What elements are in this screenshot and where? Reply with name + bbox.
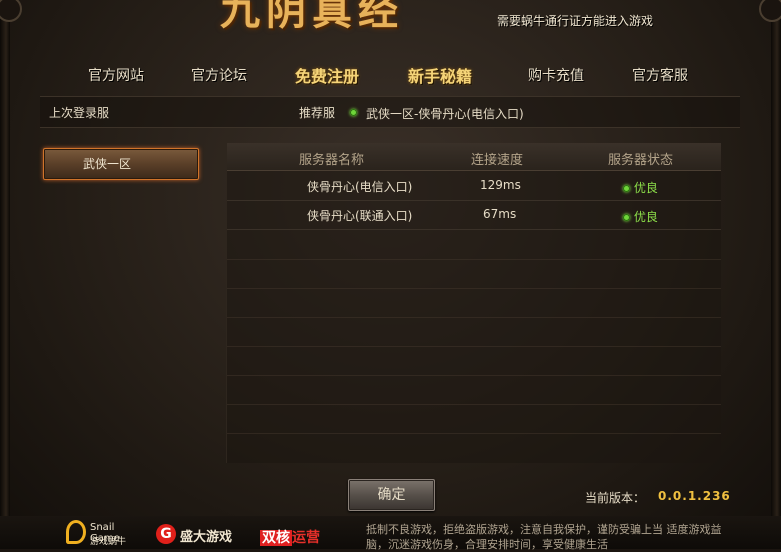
server-speed: 67ms bbox=[483, 207, 517, 221]
dual-core-logo-b: 运营 bbox=[292, 530, 320, 546]
status-dot-icon bbox=[623, 185, 630, 192]
nav-buy-card-recharge[interactable]: 购卡充值 bbox=[528, 65, 584, 85]
recommend-server-label: 推荐服 bbox=[299, 106, 336, 120]
nav-customer-service[interactable]: 官方客服 bbox=[632, 65, 688, 85]
region-item-label: 武侠一区 bbox=[82, 157, 131, 171]
empty-row-divider bbox=[227, 288, 721, 289]
column-header-status: 服务器状态 bbox=[608, 153, 674, 168]
snail-icon bbox=[66, 520, 86, 544]
last-server-label: 上次登录服 bbox=[49, 106, 110, 120]
snail-logo-cn: 游戏蜗牛 bbox=[90, 537, 127, 547]
recommend-server-link[interactable]: 武侠一区-侠骨丹心(电信入口) bbox=[366, 105, 524, 122]
version-value: 0.0.1.236 bbox=[658, 489, 731, 503]
column-header-name: 服务器名称 bbox=[299, 153, 365, 168]
nav-beginner-guide[interactable]: 新手秘籍 bbox=[408, 63, 472, 87]
table-row[interactable]: 侠骨丹心(联通入口) 67ms 优良 bbox=[227, 200, 721, 230]
empty-row-divider bbox=[227, 259, 721, 260]
empty-row-divider bbox=[227, 346, 721, 347]
server-status: 优良 bbox=[623, 208, 658, 225]
region-item-wuxia-1[interactable]: 武侠一区 bbox=[43, 148, 199, 180]
server-status: 优良 bbox=[623, 179, 658, 196]
confirm-button[interactable]: 确定 bbox=[348, 479, 435, 511]
snail-game-logo: Snail Game 游戏蜗牛 bbox=[66, 520, 146, 548]
empty-row-divider bbox=[227, 433, 721, 434]
shanda-logo-text: 盛大游戏 bbox=[180, 530, 233, 545]
server-speed: 129ms bbox=[480, 178, 521, 192]
server-status-text: 优良 bbox=[633, 181, 658, 195]
server-name: 侠骨丹心(联通入口) bbox=[307, 209, 413, 223]
empty-row-divider bbox=[227, 317, 721, 318]
status-dot-icon bbox=[350, 109, 357, 116]
nav-bar: 官方网站 官方论坛 免费注册 新手秘籍 购卡充值 官方客服 bbox=[60, 62, 740, 88]
version-label: 当前版本： bbox=[585, 491, 646, 505]
launcher-window: 九阴真经 需要蜗牛通行证方能进入游戏 官方网站 官方论坛 免费注册 新手秘籍 购… bbox=[0, 0, 781, 551]
column-header-speed: 连接速度 bbox=[471, 153, 524, 168]
nav-official-forum[interactable]: 官方论坛 bbox=[191, 65, 247, 85]
server-info-bar: 上次登录服 推荐服 武侠一区-侠骨丹心(电信入口) bbox=[40, 96, 740, 128]
shanda-games-logo: G 盛大游戏 bbox=[156, 524, 256, 546]
status-dot-icon bbox=[623, 214, 630, 221]
passport-notice: 需要蜗牛通行证方能进入游戏 bbox=[497, 14, 654, 28]
corner-ornament bbox=[0, 0, 22, 22]
table-header: 服务器名称 连接速度 服务器状态 bbox=[227, 143, 721, 171]
server-table: 服务器名称 连接速度 服务器状态 侠骨丹心(电信入口) 129ms 优良 侠骨丹… bbox=[226, 143, 721, 463]
empty-row-divider bbox=[227, 375, 721, 376]
game-logo: 九阴真经 bbox=[220, 0, 404, 34]
right-ornament-border bbox=[771, 0, 781, 549]
table-row[interactable]: 侠骨丹心(电信入口) 129ms 优良 bbox=[227, 171, 721, 201]
shanda-icon: G bbox=[156, 524, 176, 544]
empty-row-divider bbox=[227, 404, 721, 405]
nav-official-site[interactable]: 官方网站 bbox=[88, 65, 144, 85]
health-gaming-notice: 抵制不良游戏，拒绝盗版游戏，注意自我保护，谨防受骗上当 适度游戏益脑，沉迷游戏伤… bbox=[366, 523, 722, 551]
dual-core-operation-logo: 双核 运营 bbox=[260, 527, 326, 547]
corner-ornament bbox=[759, 0, 781, 22]
left-ornament-border bbox=[0, 0, 10, 549]
server-status-text: 优良 bbox=[633, 210, 658, 224]
nav-free-register[interactable]: 免费注册 bbox=[295, 63, 359, 87]
server-name: 侠骨丹心(电信入口) bbox=[307, 180, 413, 194]
dual-core-logo-a: 双核 bbox=[260, 530, 292, 546]
